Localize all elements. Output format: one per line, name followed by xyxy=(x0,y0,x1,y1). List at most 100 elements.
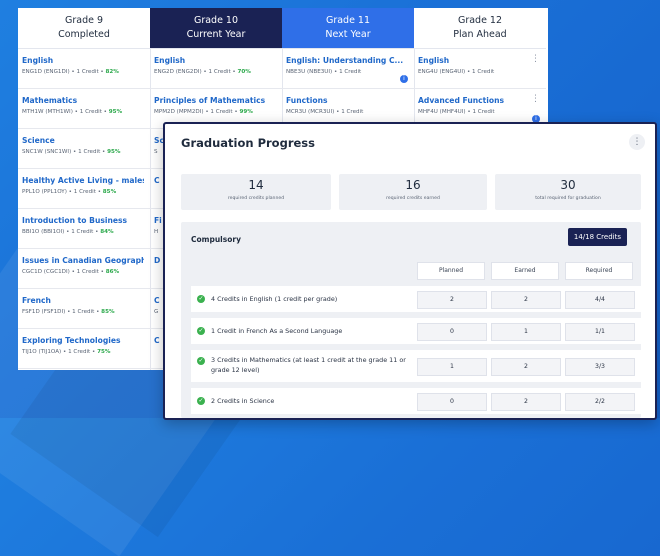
course-grade: 85% xyxy=(102,189,117,195)
course-details: ENG1D (ENG1DI) • 1 Credit • 82% xyxy=(22,69,144,75)
course-grade: 99% xyxy=(239,109,253,115)
check-icon: ✓ xyxy=(197,327,205,335)
course-card[interactable]: Issues in Canadian Geography CGC1D (CGC1D… xyxy=(18,249,150,289)
planned-value: 2 xyxy=(417,291,487,309)
course-grade: 85% xyxy=(101,309,115,315)
earned-value: 2 xyxy=(491,358,561,376)
course-details: PPL1O (PPL1OY) • 1 Credit • 85% xyxy=(22,189,144,195)
course-details: ENG2D (ENG2DI) • 1 Credit • 70% xyxy=(154,69,276,75)
course-title: Functions xyxy=(286,96,328,105)
course-card[interactable]: Exploring Technologies TIJ1O (TIJ1OA) • 1… xyxy=(18,329,150,369)
earned-value: 2 xyxy=(491,291,561,309)
planned-value: 0 xyxy=(417,323,487,341)
course-code: ENG1D (ENG1DI) • 1 Credit • xyxy=(22,69,106,75)
course-details: BBI1O (BBI1OI) • 1 Credit • 84% xyxy=(22,229,144,235)
more-options-icon[interactable]: ⋮ xyxy=(531,55,540,64)
course-title: Healthy Active Living - males xyxy=(22,176,144,185)
requirement-text: 3 Credits in Mathematics (at least 1 cre… xyxy=(211,356,406,374)
course-details: MHF4U (MHF4UI) • 1 Credit xyxy=(418,109,495,115)
grade-9-label: Grade 9 xyxy=(64,15,104,26)
stat-label: required credits planned xyxy=(227,196,285,201)
course-title: Exploring Technologies xyxy=(22,336,121,345)
course-details: TIJ1O (TIJ1OA) • 1 Credit • 75% xyxy=(22,349,144,355)
course-title: Introduction to Business xyxy=(22,216,128,225)
course-card[interactable]: English ENG1D (ENG1DI) • 1 Credit • 82% xyxy=(18,49,150,89)
credits-badge: 14/18 Credits xyxy=(567,228,627,246)
course-code: BBI1O (BBI1OI) • 1 Credit • xyxy=(22,229,101,235)
course-details: NBE3U (NBE3UI) • 1 Credit xyxy=(286,69,362,75)
course-code: TIJ1O (TIJ1OA) • 1 Credit • xyxy=(22,349,98,355)
planned-value: 0 xyxy=(417,393,487,411)
column-header-planned: Planned xyxy=(417,262,485,280)
stat-value: 14 xyxy=(248,178,264,192)
course-title: Mathematics xyxy=(22,96,78,105)
course-grade: 70% xyxy=(237,69,251,75)
stat-value: 30 xyxy=(560,178,576,192)
grade-11-header[interactable]: Grade 11 Next Year xyxy=(282,8,414,49)
column-header-earned: Earned xyxy=(491,262,559,280)
course-title: English xyxy=(418,56,450,65)
required-value: 3/3 xyxy=(565,358,635,376)
course-details: CGC1D (CGC1DI) • 1 Credit • 86% xyxy=(22,269,144,275)
requirement-text: 2 Credits in Science xyxy=(211,397,275,405)
grade-10-header[interactable]: Grade 10 Current Year xyxy=(150,8,282,49)
course-card[interactable]: Mathematics MTH1W (MTH1WI) • 1 Credit • 9… xyxy=(18,89,150,129)
grade-9-header[interactable]: Grade 9 Completed xyxy=(18,8,150,49)
course-code: FSF1D (FSF1DI) • 1 Credit • xyxy=(22,309,102,315)
stat-total: 30 total required for graduation xyxy=(495,174,641,210)
course-title: Issues in Canadian Geography xyxy=(22,256,144,265)
course-code: SNC1W (SNC1WI) • 1 Credit • xyxy=(22,149,108,155)
grade-11-status: Next Year xyxy=(325,29,371,40)
grade-12-label: Grade 12 xyxy=(457,15,503,26)
course-grade: 95% xyxy=(107,149,121,155)
requirement-text: 1 Credit in French As a Second Language xyxy=(211,327,343,335)
course-card[interactable]: French FSF1D (FSF1DI) • 1 Credit • 85% xyxy=(18,289,150,329)
course-details: SNC1W (SNC1WI) • 1 Credit • 95% xyxy=(22,149,144,155)
course-grade: 82% xyxy=(105,69,119,75)
course-title: English: Understanding C... xyxy=(286,56,404,65)
stat-earned: 16 required credits earned xyxy=(339,174,487,210)
required-value: 4/4 xyxy=(565,291,635,309)
course-code: CGC1D (CGC1DI) • 1 Credit • xyxy=(22,269,106,275)
course-card[interactable]: English ENG4U (ENG4UI) • 1 Credit ⋮ xyxy=(414,49,546,89)
course-grade: 95% xyxy=(108,109,123,115)
stat-planned: 14 required credits planned xyxy=(181,174,331,210)
graduation-progress-card: Graduation Progress ⋮ 14 required credit… xyxy=(163,122,657,420)
compulsory-section: Compulsory 14/18 Credits Planned Earned … xyxy=(181,222,643,418)
grade-10-status: Current Year xyxy=(186,29,246,40)
course-details: MPM2D (MPM2DI) • 1 Credit • 99% xyxy=(154,109,276,115)
grade-12-status: Plan Ahead xyxy=(453,29,507,40)
course-card[interactable]: Introduction to Business BBI1O (BBI1OI) •… xyxy=(18,209,150,249)
more-options-icon[interactable]: ⋮ xyxy=(531,95,540,104)
column-header-required: Required xyxy=(565,262,633,280)
stat-value: 16 xyxy=(405,178,421,192)
info-icon[interactable]: i xyxy=(400,75,408,83)
course-grade: 84% xyxy=(100,229,114,235)
grade-10-label: Grade 10 xyxy=(193,15,239,26)
course-title: Advanced Functions xyxy=(418,96,505,105)
course-title: French xyxy=(22,296,51,305)
more-options-icon[interactable]: ⋮ xyxy=(629,134,645,150)
planned-value: 1 xyxy=(417,358,487,376)
course-card[interactable]: Science SNC1W (SNC1WI) • 1 Credit • 95% xyxy=(18,129,150,169)
requirement-text: 4 Credits in English (1 credit per grade… xyxy=(211,295,338,303)
course-details: MTH1W (MTH1WI) • 1 Credit • 95% xyxy=(22,109,144,115)
course-title: English xyxy=(154,56,186,65)
required-value: 2/2 xyxy=(565,393,635,411)
course-title: English xyxy=(22,56,54,65)
course-card[interactable]: English ENG2D (ENG2DI) • 1 Credit • 70% xyxy=(150,49,282,89)
check-icon: ✓ xyxy=(197,295,205,303)
course-code: MTH1W (MTH1WI) • 1 Credit • xyxy=(22,109,109,115)
grade-12-header[interactable]: Grade 12 Plan Ahead xyxy=(414,8,546,49)
earned-value: 2 xyxy=(491,393,561,411)
course-details: FSF1D (FSF1DI) • 1 Credit • 85% xyxy=(22,309,144,315)
course-card[interactable]: Healthy Active Living - males PPL1O (PPL1… xyxy=(18,169,150,209)
grade-11-label: Grade 11 xyxy=(325,15,371,26)
course-card[interactable]: English: Understanding C... NBE3U (NBE3U… xyxy=(282,49,414,89)
card-title: Graduation Progress xyxy=(181,136,315,150)
course-grade: 75% xyxy=(97,349,111,355)
required-value: 1/1 xyxy=(565,323,635,341)
earned-value: 1 xyxy=(491,323,561,341)
stat-label: total required for graduation xyxy=(535,196,601,201)
check-icon: ✓ xyxy=(197,397,205,405)
